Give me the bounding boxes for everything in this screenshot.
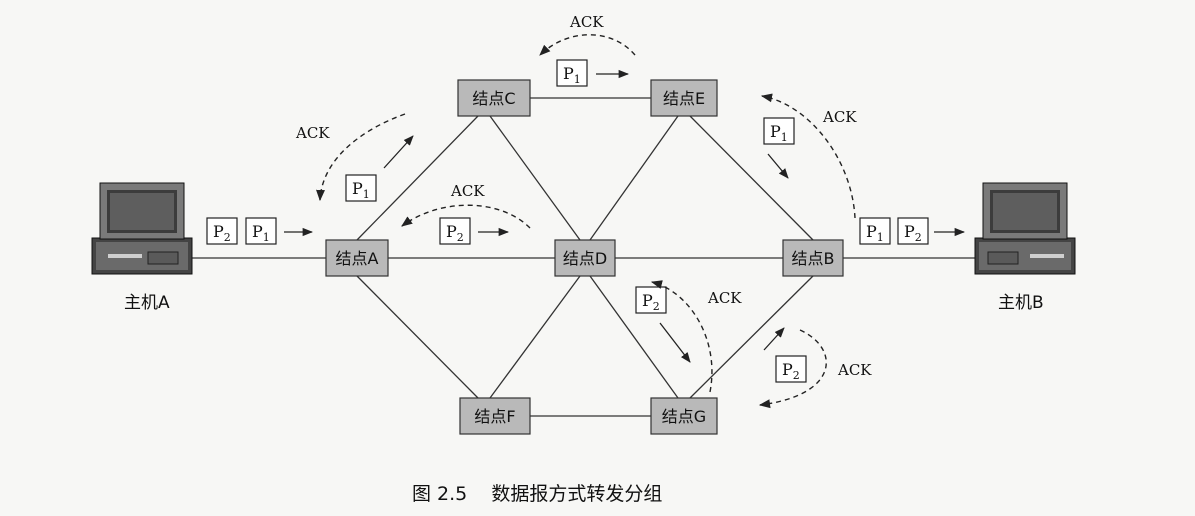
arrow-a-to-c: [383, 135, 414, 169]
arrow-d-to-g: [659, 322, 691, 363]
packet-p2-host-a: P2: [206, 217, 238, 245]
link-C-D: [489, 115, 581, 241]
node-a: 结点A: [325, 239, 389, 277]
node-f-label: 结点F: [474, 407, 515, 426]
arrow-g-to-b: [763, 327, 785, 351]
link-D-F: [489, 275, 581, 399]
node-e-label: 结点E: [663, 89, 705, 108]
network-diagram: 主机A 主机B 结点A 结点C 结点E 结点D 结点B 结点F 结点G P2 P…: [91, 13, 1076, 505]
computer-icon-host-b: [974, 182, 1076, 275]
ack-label-c-a: ACK: [295, 124, 330, 142]
node-g: 结点G: [650, 397, 718, 435]
link-A-F: [356, 275, 479, 399]
ack-label-b-g: ACK: [837, 361, 872, 379]
node-b-label: 结点B: [792, 249, 835, 268]
host-b-label: 主机B: [998, 293, 1044, 313]
packet-p2-d-g: P2: [635, 286, 667, 314]
packet-p2-a-d: P2: [439, 217, 471, 245]
ack-label-b-e: ACK: [822, 108, 857, 126]
node-b: 结点B: [782, 239, 844, 277]
node-g-label: 结点G: [662, 407, 706, 426]
ack-label-g-d: ACK: [707, 289, 742, 307]
node-f: 结点F: [459, 397, 531, 435]
node-e: 结点E: [650, 79, 718, 117]
packet-p1-a-c: P1: [345, 174, 377, 202]
packet-p2-g-b: P2: [775, 355, 807, 383]
node-c: 结点C: [457, 79, 531, 117]
arrow-e-to-b: [767, 153, 789, 179]
host-a-label: 主机A: [124, 293, 170, 313]
packet-p1-c-e: P1: [556, 59, 588, 87]
ack-label-d-a: ACK: [450, 182, 485, 200]
datagram-forwarding-diagram: 主机A 主机B 结点A 结点C 结点E 结点D 结点B 结点F 结点G P2 P…: [0, 0, 1195, 516]
computer-icon-host-a: [91, 182, 193, 275]
node-c-label: 结点C: [472, 89, 515, 108]
figure-caption: 图 2.5 数据报方式转发分组: [412, 483, 662, 505]
node-d-label: 结点D: [563, 249, 607, 268]
packet-p1-host-b: P1: [859, 217, 891, 245]
ack-arrow-e-to-c: [539, 34, 636, 56]
ack-label-e-c: ACK: [569, 13, 604, 31]
node-d: 结点D: [554, 239, 616, 277]
packet-p1-host-a: P1: [245, 217, 277, 245]
node-a-label: 结点A: [336, 249, 379, 268]
packet-p2-host-b: P2: [897, 217, 929, 245]
link-E-D: [589, 115, 679, 241]
packet-p1-e-b: P1: [763, 117, 795, 145]
